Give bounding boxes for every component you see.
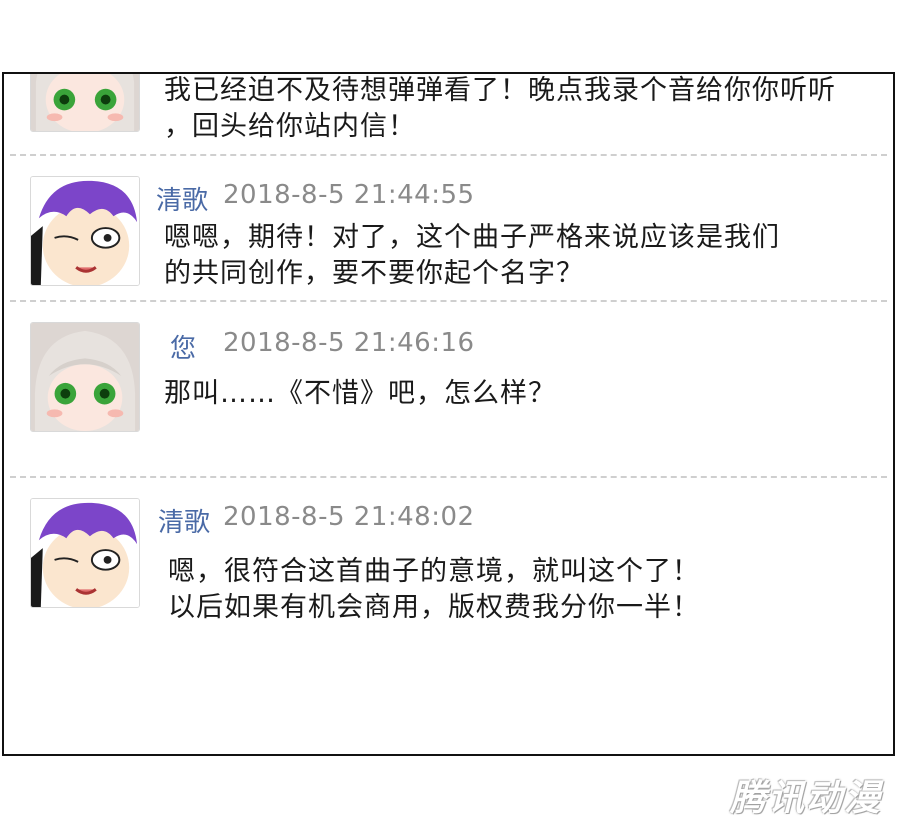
message-timestamp: 2018-8-5 21:48:02 <box>223 502 475 532</box>
message-timestamp: 2018-8-5 21:46:16 <box>223 328 475 358</box>
watermark-logo: 腾讯动漫 <box>729 778 882 819</box>
user-avatar[interactable] <box>30 322 140 432</box>
message-line: 嗯，很符合这首曲子的意境，就叫这个了！ <box>168 556 700 587</box>
message-divider <box>10 300 887 302</box>
message-line: ，回头给你站内信！ <box>164 111 416 142</box>
qingge-avatar[interactable] <box>30 176 140 286</box>
message-line: 的共同创作，要不要你起个名字？ <box>164 258 584 289</box>
message-timestamp: 2018-8-5 21:44:55 <box>223 180 475 210</box>
message-line: 嗯嗯，期待！对了，这个曲子严格来说应该是我们 <box>164 222 780 253</box>
sender-name[interactable]: 清歌 <box>156 180 208 217</box>
message-line: 以后如果有机会商用，版权费我分你一半！ <box>168 592 700 623</box>
user-avatar[interactable] <box>30 74 140 132</box>
message-line: 那叫……《不惜》吧，怎么样？ <box>164 378 556 409</box>
message-divider <box>10 476 887 478</box>
sender-name[interactable]: 您 <box>170 328 196 365</box>
message-divider <box>10 154 887 156</box>
qingge-avatar[interactable] <box>30 498 140 608</box>
sender-name[interactable]: 清歌 <box>158 502 210 539</box>
message-line: 我已经迫不及待想弹弹看了！晚点我录个音给你你听听 <box>164 75 836 106</box>
chat-panel: 我已经迫不及待想弹弹看了！晚点我录个音给你你听听 ，回头给你站内信！ 清歌 20… <box>2 72 895 756</box>
